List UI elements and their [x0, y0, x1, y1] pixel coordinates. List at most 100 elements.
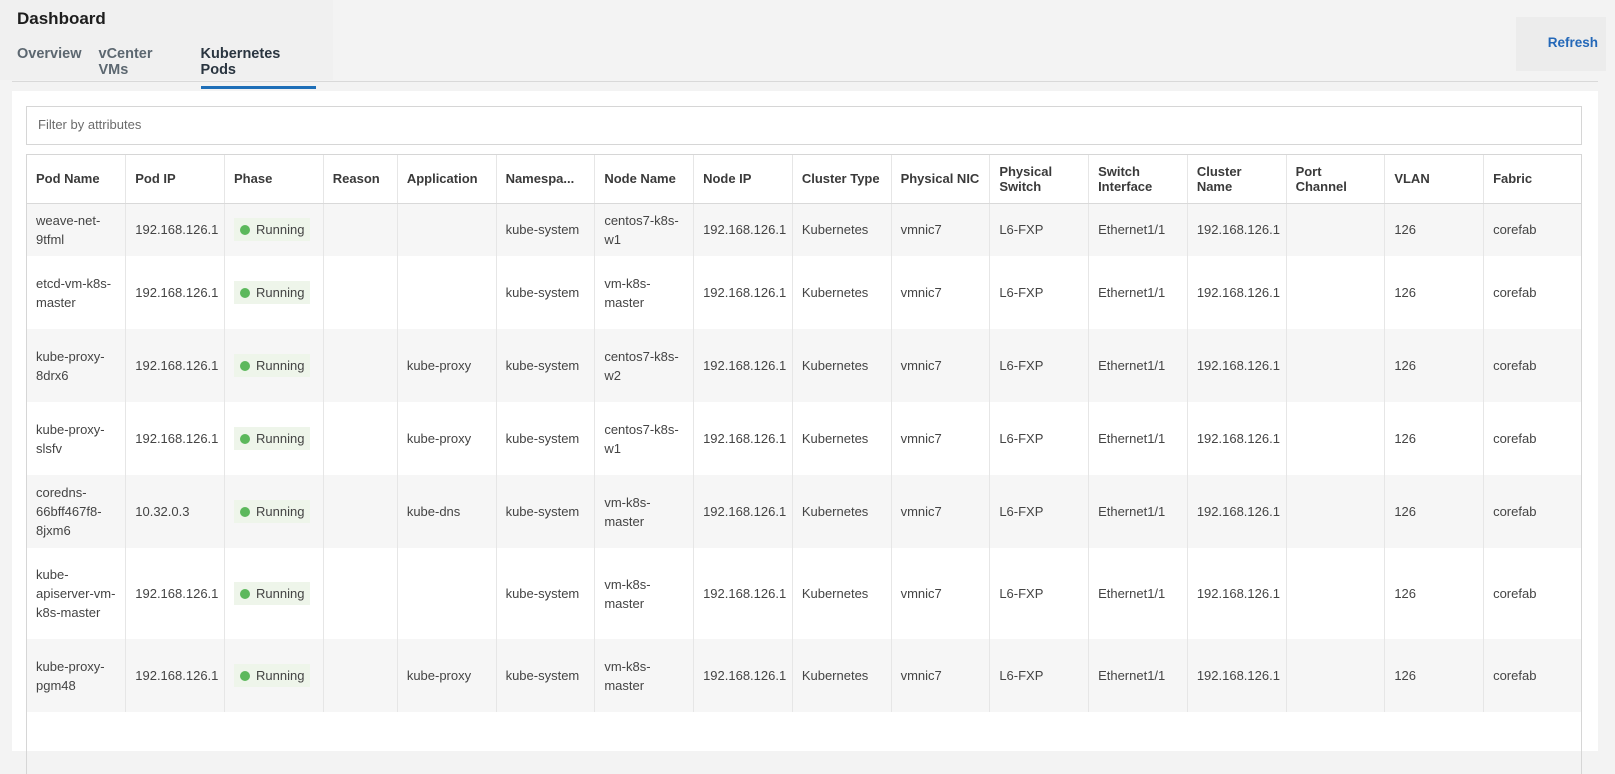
status-badge: Running — [234, 354, 311, 377]
tab-bar: Overview vCenter VMs Kubernetes Pods — [17, 46, 333, 89]
cell-reason — [323, 639, 398, 712]
cell-vlan: 126 — [1384, 256, 1485, 329]
cell-phase: Running — [224, 203, 324, 256]
cell-switch-interface: Ethernet1/1 — [1088, 256, 1188, 329]
cell-node-name: vm-k8s-master — [594, 548, 695, 639]
cell-physical-switch: L6-FXP — [989, 548, 1090, 639]
cell-pod-ip: 192.168.126.1 — [125, 639, 225, 712]
tab-kubernetes-pods[interactable]: Kubernetes Pods — [200, 46, 316, 89]
cell-cluster-name: 192.168.126.1 — [1187, 329, 1287, 402]
cell-cluster-name: 192.168.126.1 — [1187, 402, 1287, 475]
cell-port-channel — [1286, 329, 1386, 402]
cell-port-channel — [1286, 203, 1386, 256]
cell-port-channel — [1286, 256, 1386, 329]
cell-pod-name: kube-proxy-pgm48 — [27, 639, 127, 712]
cell-cluster-type: Kubernetes — [792, 475, 892, 548]
cell-switch-interface: Ethernet1/1 — [1088, 639, 1188, 712]
cell-switch-interface: Ethernet1/1 — [1088, 203, 1188, 256]
column-header-node-name[interactable]: Node Name — [594, 155, 695, 204]
running-status-icon — [240, 224, 250, 235]
cell-physical-nic: vmnic7 — [891, 475, 991, 548]
cell-reason — [323, 402, 398, 475]
cell-namespace: kube-system — [496, 329, 596, 402]
cell-switch-interface: Ethernet1/1 — [1088, 475, 1188, 548]
cell-port-channel — [1286, 475, 1386, 548]
column-header-pod-ip[interactable]: Pod IP — [125, 155, 225, 204]
cell-cluster-type: Kubernetes — [792, 639, 892, 712]
column-header-application[interactable]: Application — [397, 155, 497, 204]
column-header-cluster-name[interactable]: Cluster Name — [1187, 155, 1287, 204]
cell-fabric: corefab — [1483, 256, 1581, 329]
cell-pod-name: weave-net-9tfml — [27, 203, 127, 256]
cell-node-name: vm-k8s-master — [594, 639, 695, 712]
cell-switch-interface: Ethernet1/1 — [1088, 548, 1188, 639]
cell-phase: Running — [224, 402, 324, 475]
tab-vcenter-vms[interactable]: vCenter VMs — [99, 46, 184, 89]
cell-fabric: corefab — [1483, 402, 1581, 475]
cell-node-ip: 192.168.126.1 — [693, 329, 793, 402]
cell-application: kube-proxy — [397, 329, 497, 402]
cell-cluster-name: 192.168.126.1 — [1187, 548, 1287, 639]
phase-label: Running — [256, 358, 305, 373]
filter-input[interactable]: Filter by attributes — [26, 106, 1582, 145]
cell-pod-ip: 10.32.0.3 — [125, 475, 225, 548]
cell-application — [397, 256, 497, 329]
cell-port-channel — [1286, 548, 1386, 639]
tab-overview[interactable]: Overview — [17, 46, 82, 89]
cell-physical-switch: L6-FXP — [989, 639, 1090, 712]
status-badge: Running — [234, 427, 311, 450]
cell-pod-ip: 192.168.126.1 — [125, 203, 225, 256]
cell-physical-switch: L6-FXP — [989, 329, 1090, 402]
cell-physical-nic: vmnic7 — [891, 256, 991, 329]
column-header-physical-switch[interactable]: Physical Switch — [989, 155, 1090, 204]
cell-node-ip: 192.168.126.1 — [693, 203, 793, 256]
status-badge: Running — [234, 281, 311, 304]
column-header-vlan[interactable]: VLAN — [1384, 155, 1485, 204]
column-header-cluster-type[interactable]: Cluster Type — [792, 155, 892, 204]
table-row[interactable]: etcd-vm-k8s-master 192.168.126.1 Running ku… — [27, 256, 1581, 329]
table-row[interactable]: coredns-66bff467f8-8jxm6 10.32.0.3 Running… — [27, 475, 1581, 548]
column-header-namespace[interactable]: Namespa... — [496, 155, 596, 204]
refresh-area: Refresh — [1516, 17, 1606, 71]
cell-node-name: centos7-k8s-w1 — [594, 402, 695, 475]
cell-physical-nic: vmnic7 — [891, 639, 991, 712]
cell-cluster-name: 192.168.126.1 — [1187, 256, 1287, 329]
cell-pod-ip: 192.168.126.1 — [125, 256, 225, 329]
table-row[interactable]: kube-proxy-slsfv 192.168.126.1 Running kube… — [27, 402, 1581, 475]
cell-physical-nic: vmnic7 — [891, 548, 991, 639]
cell-vlan: 126 — [1384, 203, 1485, 256]
status-badge: Running — [234, 582, 311, 605]
table-row[interactable]: kube-proxy-pgm48 192.168.126.1 Running kube… — [27, 639, 1581, 712]
header-divider — [12, 81, 1598, 82]
cell-namespace: kube-system — [496, 203, 596, 256]
cell-physical-switch: L6-FXP — [989, 203, 1090, 256]
table-row[interactable]: kube-proxy-8drx6 192.168.126.1 Running kube… — [27, 329, 1581, 402]
column-header-switch-interface[interactable]: Switch Interface — [1088, 155, 1188, 204]
cell-cluster-type: Kubernetes — [792, 548, 892, 639]
cell-cluster-type: Kubernetes — [792, 203, 892, 256]
cell-application: kube-proxy — [397, 402, 497, 475]
refresh-button[interactable]: Refresh — [1548, 35, 1598, 50]
cell-namespace: kube-system — [496, 639, 596, 712]
column-header-pod-name[interactable]: Pod Name — [27, 155, 127, 204]
column-header-node-ip[interactable]: Node IP — [693, 155, 793, 204]
table-header-row: Pod Name Pod IP Phase Reason Application Name… — [27, 155, 1581, 204]
cell-pod-name: kube-apiserver-vm-k8s-master — [27, 548, 127, 639]
pods-table: Pod Name Pod IP Phase Reason Application Name… — [27, 155, 1581, 712]
pods-table-container: Pod Name Pod IP Phase Reason Application Name… — [26, 154, 1582, 774]
cell-fabric: corefab — [1483, 329, 1581, 402]
column-header-phase[interactable]: Phase — [224, 155, 324, 204]
column-header-reason[interactable]: Reason — [323, 155, 398, 204]
column-header-port-channel[interactable]: Port Channel — [1286, 155, 1386, 204]
table-row[interactable]: weave-net-9tfml 192.168.126.1 Running kube-… — [27, 203, 1581, 256]
cell-reason — [323, 256, 398, 329]
column-header-physical-nic[interactable]: Physical NIC — [891, 155, 991, 204]
cell-cluster-name: 192.168.126.1 — [1187, 203, 1287, 256]
running-status-icon — [240, 506, 250, 517]
cell-pod-name: etcd-vm-k8s-master — [27, 256, 127, 329]
cell-physical-nic: vmnic7 — [891, 203, 991, 256]
cell-physical-switch: L6-FXP — [989, 475, 1090, 548]
column-header-fabric[interactable]: Fabric — [1483, 155, 1581, 204]
table-row[interactable]: kube-apiserver-vm-k8s-master 192.168.126.… — [27, 548, 1581, 639]
cell-namespace: kube-system — [496, 475, 596, 548]
